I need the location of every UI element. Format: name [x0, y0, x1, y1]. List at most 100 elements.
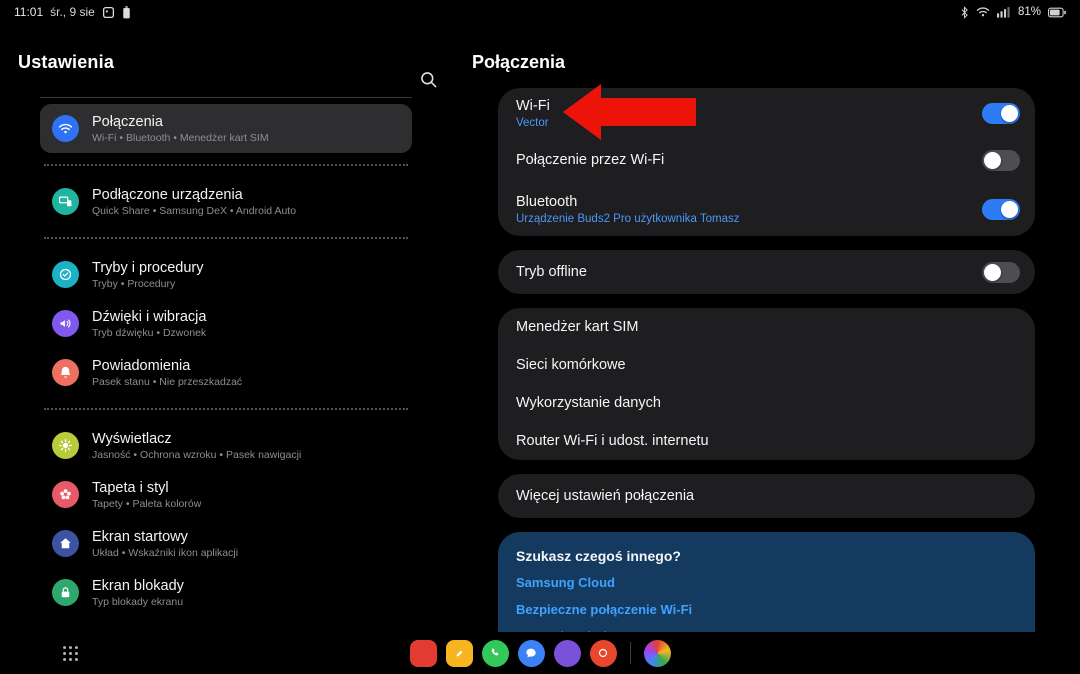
toggle-knob — [1001, 105, 1018, 122]
display-icon — [52, 432, 79, 459]
sidebar-item-sub: Wi-Fi • Bluetooth • Menedżer kart SIM — [92, 132, 269, 144]
date: śr., 9 sie — [50, 5, 95, 19]
wallpaper-style-icon — [52, 481, 79, 508]
lock-screen-icon — [52, 579, 79, 606]
connectivity-card: Wi-Fi Vector Połączenie przez Wi-Fi Blue… — [498, 88, 1035, 236]
offline-mode-card: Tryb offline — [498, 250, 1035, 294]
offline-mode-label: Tryb offline — [516, 264, 587, 280]
taskbar — [0, 632, 1080, 674]
toggle-knob — [984, 264, 1001, 281]
bluetooth-label: Bluetooth — [516, 194, 740, 210]
status-bar: 11:01 śr., 9 sie 81% — [0, 0, 1080, 24]
sidebar-item-label: Tapeta i styl — [92, 480, 201, 496]
phone-app-icon[interactable] — [482, 640, 509, 667]
wifi-calling-label: Połączenie przez Wi-Fi — [516, 152, 664, 168]
sidebar-item-label: Wyświetlacz — [92, 431, 301, 447]
sidebar-item-sub: Tryb dźwięku • Dzwonek — [92, 327, 206, 339]
sidebar-item-label: Powiadomienia — [92, 358, 242, 374]
secure-wifi-link[interactable]: Bezpieczne połączenie Wi-Fi — [498, 596, 1035, 623]
section-title: Połączenia — [472, 52, 1035, 73]
group-divider — [44, 237, 408, 239]
red-app-icon[interactable] — [410, 640, 437, 667]
sidebar-item-wyswietlacz[interactable]: Wyświetlacz Jasność • Ochrona wzroku • P… — [40, 421, 412, 470]
toggle-knob — [1001, 201, 1018, 218]
sim-manager-row[interactable]: Menedżer kart SIM — [498, 308, 1035, 346]
sidebar-item-sub: Tapety • Paleta kolorów — [92, 498, 201, 510]
data-usage-label: Wykorzystanie danych — [516, 395, 661, 411]
samsung-cloud-link[interactable]: Samsung Cloud — [498, 569, 1035, 596]
sidebar-item-label: Ekran blokady — [92, 578, 184, 594]
messages-app-icon[interactable] — [518, 640, 545, 667]
sidebar-item-sub: Jasność • Ochrona wzroku • Pasek nawigac… — [92, 449, 301, 461]
page-title: Ustawienia — [18, 52, 455, 73]
wifi-icon — [52, 115, 79, 142]
sidebar-item-sub: Quick Share • Samsung DeX • Android Auto — [92, 205, 296, 217]
notifications-icon — [52, 359, 79, 386]
battery-icon — [1048, 7, 1066, 18]
screenshot-notification-icon — [102, 6, 115, 19]
settings-sidebar: Ustawienia Połączenia Wi-Fi • Bluetooth … — [0, 24, 455, 632]
app-grid-button[interactable] — [58, 641, 82, 665]
wifi-network-name: Vector — [516, 117, 550, 129]
mobile-networks-label: Sieci komórkowe — [516, 357, 626, 373]
notification-icon — [122, 6, 131, 19]
hotspot-tethering-row[interactable]: Router Wi-Fi i udost. internetu — [498, 422, 1035, 460]
more-settings-card: Więcej ustawień połączenia — [498, 474, 1035, 518]
sidebar-item-ekran-blokady[interactable]: Ekran blokady Typ blokady ekranu — [40, 568, 412, 617]
hotspot-tethering-label: Router Wi-Fi i udost. internetu — [516, 433, 709, 449]
sim-manager-label: Menedżer kart SIM — [516, 319, 639, 335]
connections-panel: Połączenia Wi-Fi Vector Połączenie przez… — [455, 24, 1080, 632]
sidebar-item-sub: Pasek stanu • Nie przeszkadzać — [92, 376, 242, 388]
notes-app-icon[interactable] — [446, 640, 473, 667]
wifi-calling-toggle[interactable] — [982, 150, 1020, 171]
sidebar-item-dzwieki-i-wibracja[interactable]: Dźwięki i wibracja Tryb dźwięku • Dzwone… — [40, 299, 412, 348]
group-divider — [44, 408, 408, 410]
offline-mode-toggle[interactable] — [982, 262, 1020, 283]
bluetooth-row[interactable]: Bluetooth Urządzenie Buds2 Pro użytkowni… — [498, 182, 1035, 236]
sidebar-item-label: Tryby i procedury — [92, 260, 203, 276]
network-settings-card: Menedżer kart SIM Sieci komórkowe Wykorz… — [498, 308, 1035, 460]
wifi-calling-row[interactable]: Połączenie przez Wi-Fi — [498, 138, 1035, 182]
sidebar-item-label: Połączenia — [92, 114, 269, 130]
sidebar-item-label: Podłączone urządzenia — [92, 187, 296, 203]
wifi-row[interactable]: Wi-Fi Vector — [498, 88, 1035, 138]
taskbar-apps — [410, 640, 671, 667]
sidebar-item-podlaczone-urzadzenia[interactable]: Podłączone urządzenia Quick Share • Sams… — [40, 177, 412, 226]
offline-mode-row[interactable]: Tryb offline — [498, 250, 1035, 294]
purple-app-icon[interactable] — [554, 640, 581, 667]
modes-routines-icon — [52, 261, 79, 288]
mobile-networks-row[interactable]: Sieci komórkowe — [498, 346, 1035, 384]
connected-devices-icon — [52, 188, 79, 215]
taskbar-divider — [630, 642, 631, 664]
wifi-status-icon — [976, 6, 990, 18]
sidebar-item-sub: Tryby • Procedury — [92, 278, 203, 290]
signal-status-icon — [997, 6, 1011, 18]
sidebar-item-powiadomienia[interactable]: Powiadomienia Pasek stanu • Nie przeszka… — [40, 348, 412, 397]
camera-app-icon[interactable] — [590, 640, 617, 667]
sidebar-item-label: Ekran startowy — [92, 529, 238, 545]
bluetooth-device-name: Urządzenie Buds2 Pro użytkownika Tomasz — [516, 213, 740, 225]
data-usage-row[interactable]: Wykorzystanie danych — [498, 384, 1035, 422]
wifi-toggle[interactable] — [982, 103, 1020, 124]
sidebar-item-label: Dźwięki i wibracja — [92, 309, 206, 325]
settings-menu: Połączenia Wi-Fi • Bluetooth • Menedżer … — [40, 97, 412, 617]
sidebar-item-tryby-i-procedury[interactable]: Tryby i procedury Tryby • Procedury — [40, 250, 412, 299]
bluetooth-toggle[interactable] — [982, 199, 1020, 220]
bluetooth-status-icon — [960, 6, 969, 19]
sidebar-item-sub: Układ • Wskaźniki ikon aplikacji — [92, 547, 238, 559]
clock: 11:01 — [14, 5, 43, 19]
flower-app-icon[interactable] — [644, 640, 671, 667]
sidebar-item-sub: Typ blokady ekranu — [92, 596, 184, 608]
sound-vibration-icon — [52, 310, 79, 337]
more-connection-settings-label: Więcej ustawień połączenia — [516, 488, 694, 504]
search-button[interactable] — [415, 66, 441, 92]
sidebar-item-polaczenia[interactable]: Połączenia Wi-Fi • Bluetooth • Menedżer … — [40, 104, 412, 153]
toggle-knob — [984, 152, 1001, 169]
battery-percent: 81% — [1018, 6, 1041, 18]
sidebar-item-ekran-startowy[interactable]: Ekran startowy Układ • Wskaźniki ikon ap… — [40, 519, 412, 568]
wifi-label: Wi-Fi — [516, 98, 550, 114]
group-divider — [44, 164, 408, 166]
sidebar-item-tapeta-i-styl[interactable]: Tapeta i styl Tapety • Paleta kolorów — [40, 470, 412, 519]
more-connection-settings-row[interactable]: Więcej ustawień połączenia — [498, 474, 1035, 518]
home-screen-icon — [52, 530, 79, 557]
